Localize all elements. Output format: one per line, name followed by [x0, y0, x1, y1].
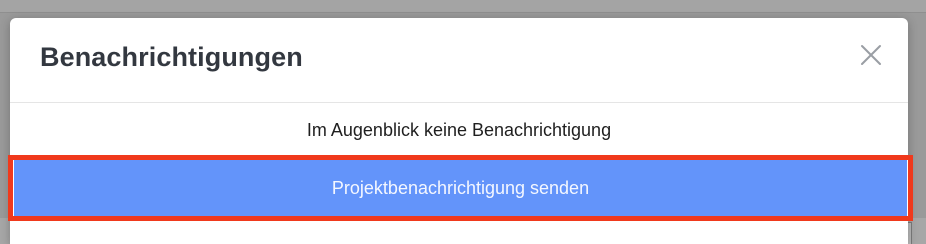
send-project-notification-button[interactable]: Projektbenachrichtigung senden	[14, 160, 907, 216]
modal-title: Benachrichtigungen	[40, 42, 303, 72]
close-button[interactable]	[860, 44, 882, 66]
modal-header: Benachrichtigungen	[10, 18, 908, 103]
empty-notifications-message: Im Augenblick keine Benachrichtigung	[306, 120, 612, 140]
background-toolbar	[0, 0, 926, 13]
close-icon	[861, 45, 881, 65]
